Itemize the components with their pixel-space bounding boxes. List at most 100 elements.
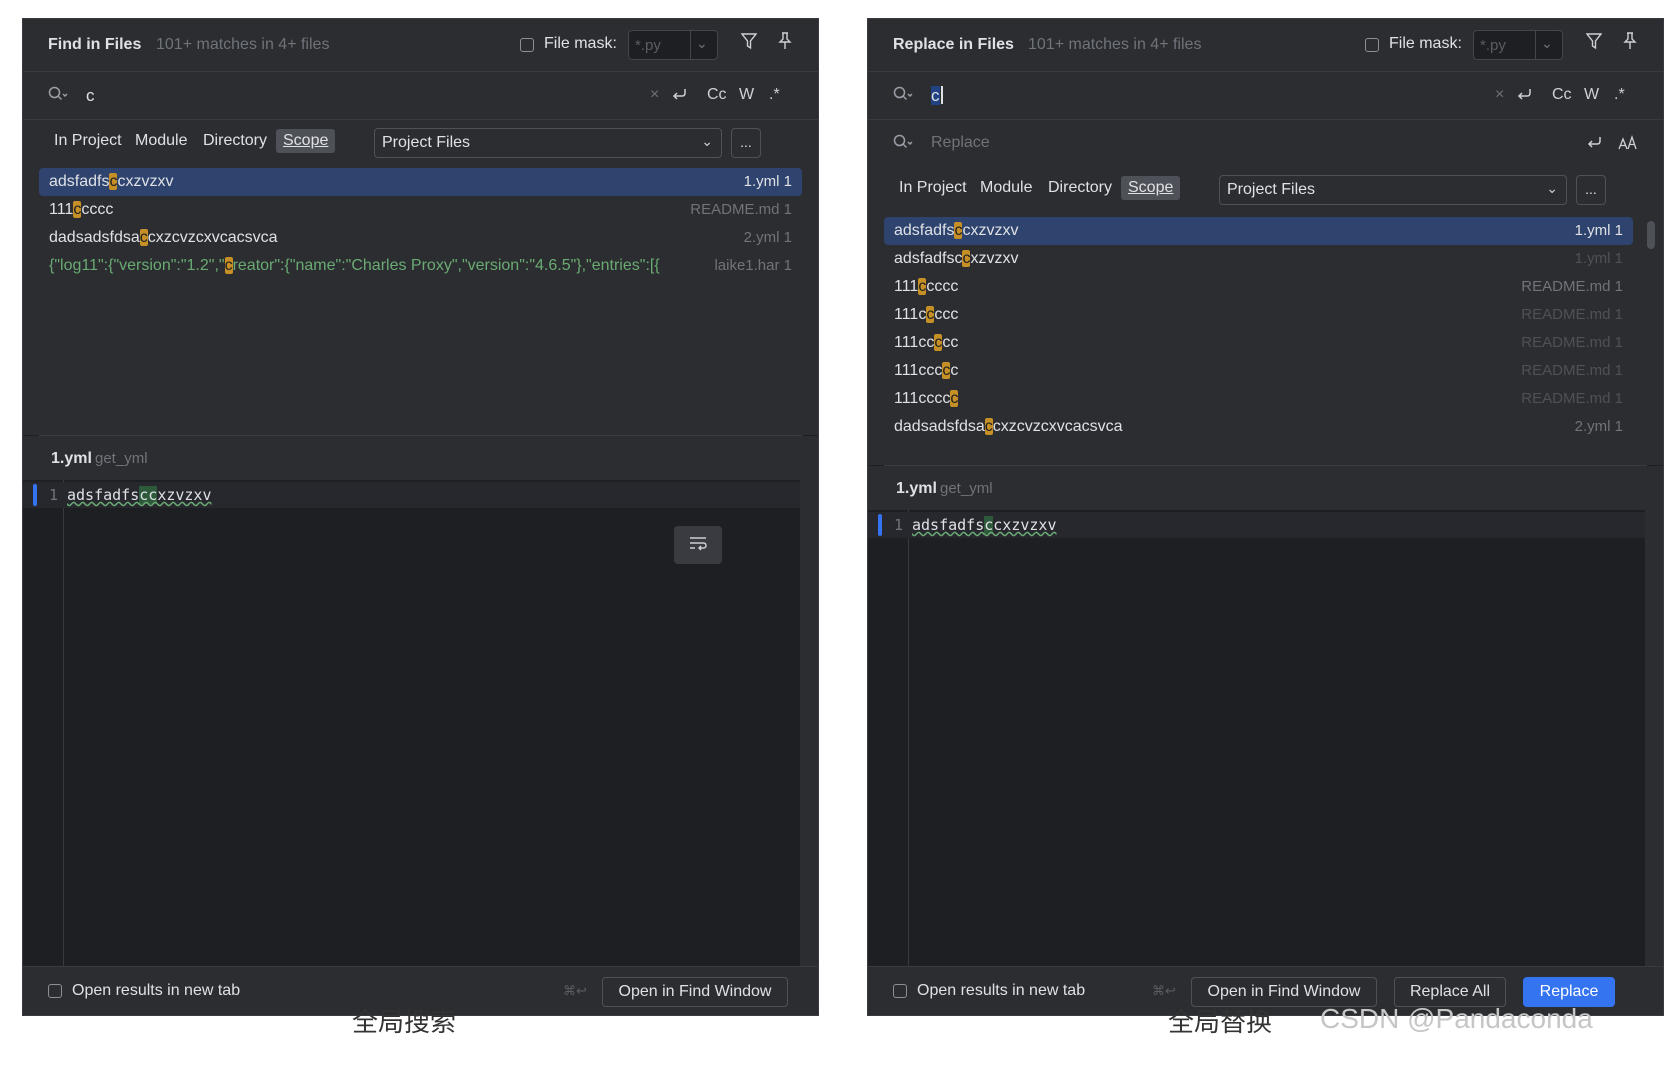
tab-module[interactable]: Module [980, 179, 1032, 197]
tab-module[interactable]: Module [135, 132, 187, 150]
search-icon[interactable] [48, 86, 68, 107]
tab-directory[interactable]: Directory [1048, 179, 1112, 197]
search-row: c × Cc W .* [23, 71, 818, 120]
result-file: 2.yml 1 [743, 229, 792, 246]
result-text: dadsadsfdsaccxzcvzcxvcacsvca [49, 229, 278, 246]
caption-left: 全局搜索 [352, 1007, 457, 1037]
preview-editor[interactable]: 1 adsfadfsccxzvzxv [868, 510, 1663, 968]
match-case-toggle[interactable]: Cc [1552, 86, 1572, 104]
results-list: adsfadfsccxzvzxv 1.yml 1 adsfadfsccxzvzx… [868, 213, 1663, 465]
result-row[interactable]: 111ccccc README.md 1 [884, 385, 1633, 413]
clear-icon[interactable]: × [650, 86, 659, 104]
result-text: 111ccccc [894, 334, 959, 351]
preview-header: 1.yml get_yml [23, 436, 818, 480]
watermark: CSDN @Pandaconda [1320, 1003, 1593, 1034]
replace-row: Replace [868, 119, 1663, 168]
open-find-window-button[interactable]: Open in Find Window [602, 977, 788, 1007]
preview-editor[interactable]: 1 adsfadfsccxzvzxv [23, 480, 818, 968]
result-text: 111ccccc [894, 362, 959, 379]
result-file: laike1.har 1 [710, 257, 792, 274]
replace-search-icon[interactable] [893, 134, 913, 155]
tab-scope[interactable]: Scope [1121, 176, 1181, 200]
line-number: 1 [49, 486, 59, 504]
result-file: 1.yml 1 [739, 173, 792, 190]
dialog-title: Replace in Files [893, 36, 1014, 53]
result-file: README.md 1 [1521, 306, 1623, 323]
scope-more-button[interactable]: ... [1576, 175, 1606, 205]
result-text: adsfadfsccxzvzxv [894, 222, 1019, 239]
results-scrollbar[interactable] [1647, 221, 1655, 249]
vertical-scrollbar[interactable] [800, 480, 818, 968]
pin-icon[interactable] [1623, 32, 1637, 55]
soft-wrap-icon[interactable] [674, 526, 722, 564]
scope-dropdown[interactable]: Project Files ⌄ [374, 128, 722, 158]
tab-in-project[interactable]: In Project [899, 179, 967, 197]
result-row[interactable]: 111ccccc README.md 1 [884, 357, 1633, 385]
result-text: 111ccccc [49, 201, 114, 218]
filter-icon[interactable] [740, 32, 758, 55]
pin-icon[interactable] [778, 32, 792, 55]
open-new-tab-checkbox[interactable] [48, 984, 62, 998]
search-input[interactable]: c [931, 86, 943, 106]
file-mask-combo[interactable]: *.py ⌄ [628, 30, 718, 60]
scope-dropdown[interactable]: Project Files ⌄ [1219, 175, 1567, 205]
regex-toggle[interactable]: .* [1614, 86, 1625, 104]
replace-input[interactable]: Replace [931, 134, 990, 152]
file-mask-input[interactable]: *.py [1480, 37, 1506, 54]
scope-more-button[interactable]: ... [731, 128, 761, 158]
result-row[interactable]: {"log11":{"version":"1.2","creator":{"na… [39, 252, 802, 280]
result-row[interactable]: 111ccccc README.md 1 [884, 301, 1633, 329]
new-line-icon[interactable] [1516, 86, 1534, 107]
file-mask-checkbox[interactable] [1365, 38, 1379, 52]
file-mask-checkbox[interactable] [520, 38, 534, 52]
file-mask-combo[interactable]: *.py ⌄ [1473, 30, 1563, 60]
result-row[interactable]: dadsadsfdsaccxzcvzcxvcacsvca 2.yml 1 [884, 413, 1633, 441]
result-file: README.md 1 [1521, 390, 1623, 407]
preview-filename: 1.yml [896, 480, 937, 497]
code-line: adsfadfsccxzvzxv [67, 486, 212, 504]
result-row[interactable]: adsfadfsccxzvzxv 1.yml 1 [884, 245, 1633, 273]
open-new-tab-checkbox[interactable] [893, 984, 907, 998]
chevron-down-icon[interactable]: ⌄ [696, 35, 708, 52]
tab-scope[interactable]: Scope [276, 129, 336, 153]
tab-directory[interactable]: Directory [203, 132, 267, 150]
chevron-down-icon[interactable]: ⌄ [1541, 35, 1553, 52]
match-case-toggle[interactable]: Cc [707, 86, 727, 104]
line-marker [33, 484, 37, 506]
gutter-divider [908, 510, 909, 968]
result-row[interactable]: adsfadfsccxzvzxv 1.yml 1 [39, 168, 802, 196]
result-row[interactable]: 111ccccc README.md 1 [884, 329, 1633, 357]
search-icon[interactable] [893, 86, 913, 107]
search-input[interactable]: c [86, 86, 95, 106]
whole-words-toggle[interactable]: W [1584, 86, 1599, 104]
preview-function: get_yml [940, 480, 993, 497]
preview-function: get_yml [95, 450, 148, 467]
result-text: adsfadfsccxzvzxv [894, 250, 1019, 267]
result-row[interactable]: dadsadsfdsaccxzcvzcxvcacsvca 2.yml 1 [39, 224, 802, 252]
dialog-header: Find in Files 101+ matches in 4+ files F… [23, 19, 818, 71]
dialog-header: Replace in Files 101+ matches in 4+ file… [868, 19, 1663, 71]
scope-row: In Project Module Directory Scope Projec… [23, 119, 818, 166]
result-text: 111ccccc [894, 278, 959, 295]
result-text: 111ccccc [894, 306, 959, 323]
clear-icon[interactable]: × [1495, 86, 1504, 104]
find-in-files-dialog: Find in Files 101+ matches in 4+ files F… [22, 18, 819, 1016]
vertical-scrollbar[interactable] [1645, 510, 1663, 968]
scope-row: In Project Module Directory Scope Projec… [868, 167, 1663, 213]
new-line-icon[interactable] [1586, 134, 1604, 155]
file-mask-input[interactable]: *.py [635, 37, 661, 54]
preview-filename: 1.yml [51, 450, 92, 467]
result-file: 2.yml 1 [1574, 418, 1623, 435]
result-row[interactable]: adsfadfsccxzvzxv 1.yml 1 [884, 217, 1633, 245]
regex-toggle[interactable]: .* [769, 86, 780, 104]
result-text: 111ccccc [894, 390, 959, 407]
new-line-icon[interactable] [671, 86, 689, 107]
result-text: dadsadsfdsaccxzcvzcxvcacsvca [894, 418, 1123, 435]
filter-icon[interactable] [1585, 32, 1603, 55]
preserve-case-icon[interactable] [1618, 134, 1638, 155]
result-row[interactable]: 111ccccc README.md 1 [884, 273, 1633, 301]
tab-in-project[interactable]: In Project [54, 132, 122, 150]
whole-words-toggle[interactable]: W [739, 86, 754, 104]
scope-value: Project Files [1227, 181, 1316, 198]
result-row[interactable]: 111ccccc README.md 1 [39, 196, 802, 224]
